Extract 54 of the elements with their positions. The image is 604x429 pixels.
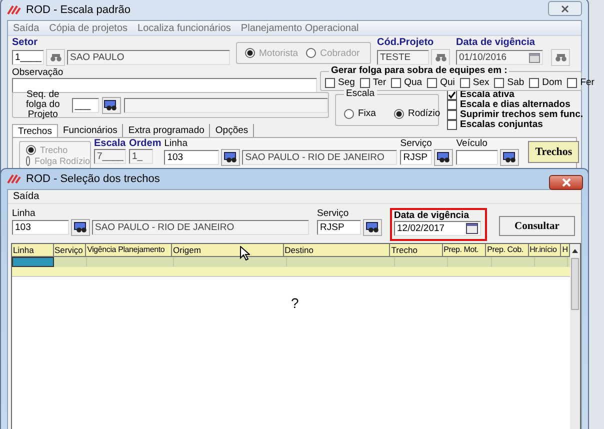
message-text: ? xyxy=(291,295,299,311)
field-label: Cód.Projeto xyxy=(377,37,435,48)
checkbox[interactable]: Seg xyxy=(325,77,355,88)
menu-item[interactable]: Saída xyxy=(8,22,44,34)
field-label: Serviço xyxy=(317,208,350,219)
menu-item[interactable]: Cópia de projetos xyxy=(44,22,133,34)
input-field[interactable]: 7____ xyxy=(94,149,126,164)
input-field[interactable]: SAO PAULO - RIO DE JANEIRO xyxy=(242,150,398,165)
consultar-button[interactable]: Consultar xyxy=(499,216,575,236)
menu-item[interactable]: Saída xyxy=(8,191,44,202)
checkbox[interactable]: Fer xyxy=(567,77,594,88)
checkbox[interactable]: Qua xyxy=(391,77,422,88)
checkbox[interactable]: Dom xyxy=(529,77,562,88)
radio-button[interactable]: Fixa xyxy=(344,108,376,119)
input-field[interactable]: 1____ xyxy=(12,50,44,65)
checkbox[interactable]: Escalas conjuntas xyxy=(447,120,584,130)
checkbox[interactable]: Escala e dias alternados xyxy=(447,100,584,110)
group-title: Gerar folga para sobra de equipes em : xyxy=(329,65,510,76)
menu-item[interactable]: Localiza funcionários xyxy=(132,22,236,34)
input-field[interactable]: TESTE xyxy=(377,50,429,65)
group-title: Escala xyxy=(344,88,377,99)
field-label: Linha xyxy=(164,139,188,149)
input-field[interactable]: ___ xyxy=(72,98,99,112)
input-field[interactable]: 103 xyxy=(12,220,69,235)
input-field[interactable]: RJSP xyxy=(317,220,361,235)
checkbox[interactable]: Qui xyxy=(427,77,455,88)
input-field[interactable]: 1_ xyxy=(129,149,153,164)
date-field[interactable]: 12/02/2017 xyxy=(394,221,481,236)
checkbox[interactable]: Sex xyxy=(460,77,490,88)
field-label: Seq. de folga do Projeto xyxy=(25,90,61,120)
field-label: Serviço xyxy=(400,139,433,149)
field-label: Linha xyxy=(12,208,36,219)
field-label: Data de vigência xyxy=(456,37,536,48)
menu-item[interactable]: Planejamento Operacional xyxy=(236,22,364,34)
checkbox[interactable]: Ter xyxy=(360,77,386,88)
field-label: Setor xyxy=(12,37,39,48)
checkbox[interactable]: Escala ativa xyxy=(447,90,584,100)
window-title: ROD - Seleção dos trechos xyxy=(26,173,160,185)
input-field[interactable]: 103 xyxy=(164,150,220,165)
field-label: Escala xyxy=(94,139,126,149)
trechos-button[interactable]: Trechos xyxy=(528,141,580,163)
input-field[interactable]: RJSP xyxy=(400,150,432,165)
field-label: Ordem xyxy=(129,139,162,149)
checkbox[interactable]: Sab xyxy=(494,77,524,88)
field-label: Observação xyxy=(12,67,64,78)
input-field[interactable]: SAO PAULO - RIO DE JANEIRO xyxy=(92,220,309,235)
field-label: Data de vigência xyxy=(394,210,470,221)
tab[interactable]: Trechos xyxy=(12,124,58,137)
window-title: ROD - Escala padrão xyxy=(26,4,131,16)
date-field[interactable]: 01/10/2016 xyxy=(456,50,543,65)
input-field[interactable]: SAO PAULO xyxy=(67,50,230,65)
field-label: Veículo xyxy=(456,139,488,149)
checkbox[interactable]: Suprimir trechos sem func. xyxy=(447,110,584,120)
radio-button[interactable]: Rodízio xyxy=(394,108,440,119)
